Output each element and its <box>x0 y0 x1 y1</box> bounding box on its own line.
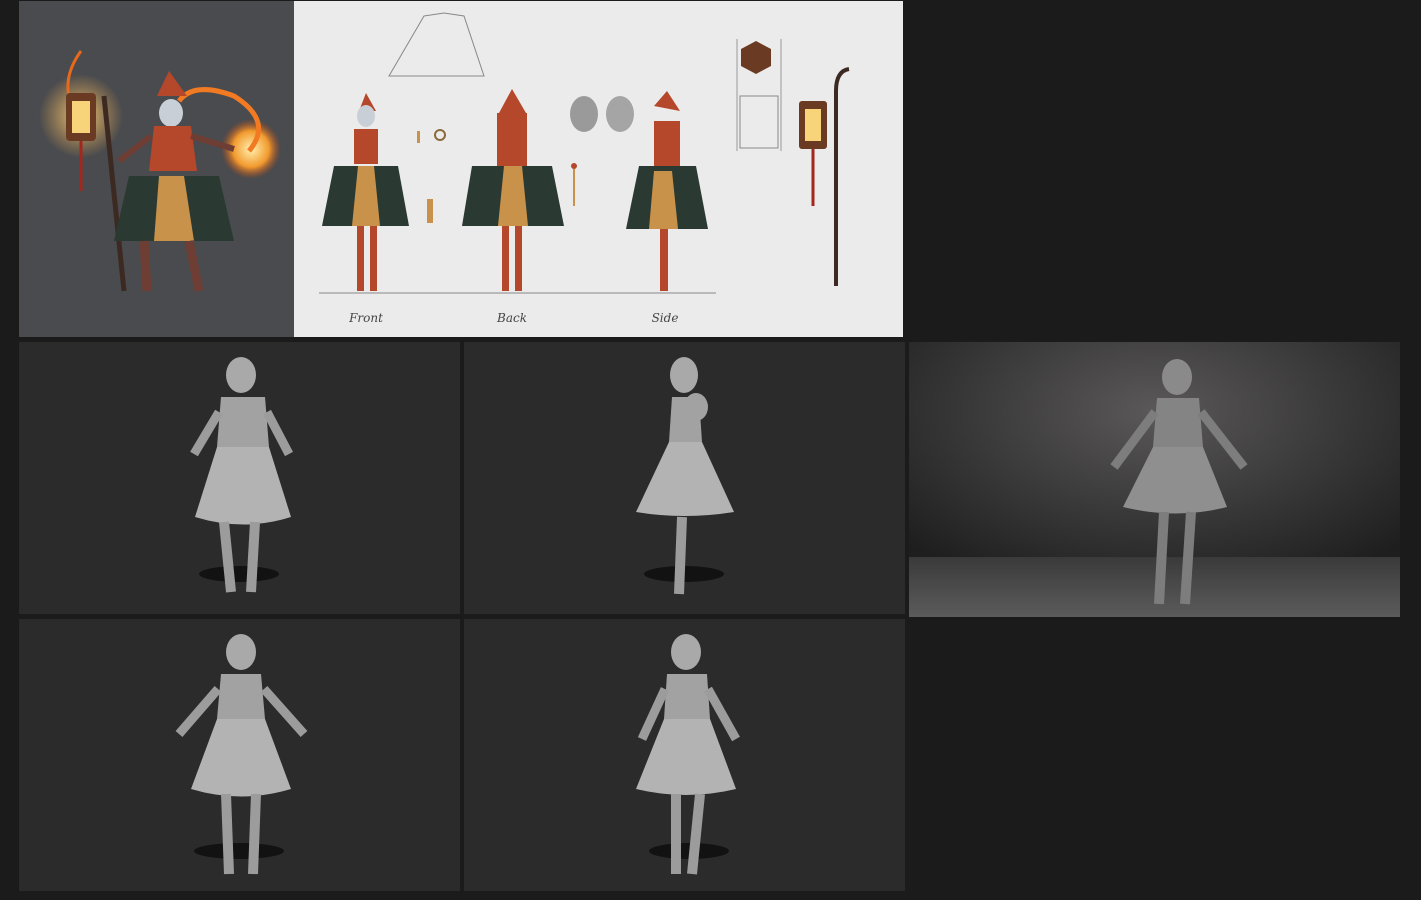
clay-model-front-figure <box>175 634 308 875</box>
side-view-figure <box>626 91 708 291</box>
clay-model-side-view <box>464 342 905 614</box>
clay-model-back-figure <box>190 357 293 593</box>
clay-model-studio-render <box>909 342 1400 617</box>
front-view-figure <box>322 93 409 291</box>
concept-art-figure <box>39 50 281 292</box>
turnaround-sheet-illustration <box>319 12 850 294</box>
clay-model-front-view <box>19 619 460 891</box>
concept-art-painting <box>19 1 294 337</box>
back-view-figure <box>462 89 564 291</box>
clay-model-side-figure <box>636 357 734 595</box>
studio-render-figure <box>909 342 1400 617</box>
clay-model-three-quarter-view <box>464 619 905 891</box>
back-view-label: Back <box>497 311 527 325</box>
clay-model-three-quarter-figure <box>636 634 740 875</box>
front-view-label: Front <box>349 311 383 325</box>
turnaround-design-sheet: Front Back Side <box>294 1 903 337</box>
clay-model-back-view <box>19 342 460 614</box>
side-view-label: Side <box>651 311 679 325</box>
